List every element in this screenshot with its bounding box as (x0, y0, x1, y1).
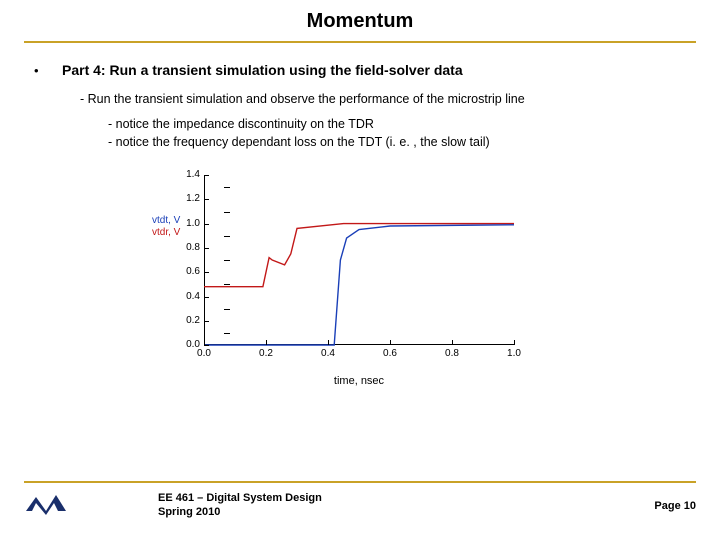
footer-course-text: EE 461 – Digital System Design Spring 20… (68, 492, 654, 520)
y-tick-label: 1.2 (166, 192, 200, 206)
y-tick-label: 0.0 (166, 338, 200, 352)
content-body: • Part 4: Run a transient simulation usi… (0, 61, 720, 395)
divider-top (24, 41, 696, 43)
footer-term: Spring 2010 (158, 506, 220, 518)
y-tick-label: 0.8 (166, 241, 200, 255)
chart-container: vtdt, V vtdr, V 0.00.20.40.60.81.01.21.4… (134, 165, 564, 395)
footer-course: EE 461 – Digital System Design (158, 492, 322, 504)
y-tick-label: 1.0 (166, 217, 200, 231)
x-tick-label: 0.0 (197, 347, 211, 361)
y-tick-label: 1.4 (166, 168, 200, 182)
x-tick-label: 0.8 (445, 347, 459, 361)
x-tick-label: 0.6 (383, 347, 397, 361)
x-axis-label: time, nsec (204, 374, 514, 389)
page-number: Page 10 (654, 500, 696, 512)
chart: vtdt, V vtdr, V 0.00.20.40.60.81.01.21.4… (134, 165, 554, 395)
plot-area: 0.00.20.40.60.81.01.21.40.00.20.40.60.81… (204, 175, 514, 345)
logo-icon (24, 489, 68, 522)
sub-bullet-2b: - notice the frequency dependant loss on… (108, 134, 686, 152)
footer: EE 461 – Digital System Design Spring 20… (0, 481, 720, 522)
trace-vtdt (204, 225, 514, 345)
sub-bullet-2a: - notice the impedance discontinuity on … (108, 116, 686, 134)
bullet-marker: • (34, 62, 62, 80)
x-tick-label: 0.2 (259, 347, 273, 361)
divider-bottom (24, 481, 696, 483)
trace-vtdr (204, 224, 514, 287)
y-tick-label: 0.6 (166, 265, 200, 279)
y-tick-label: 0.2 (166, 314, 200, 328)
page-title: Momentum (0, 0, 720, 41)
x-tick-label: 0.4 (321, 347, 335, 361)
bullet-heading-row: • Part 4: Run a transient simulation usi… (34, 61, 686, 81)
y-tick-label: 0.4 (166, 290, 200, 304)
sub-bullet-1: - Run the transient simulation and obser… (80, 91, 686, 109)
chart-traces (204, 175, 514, 345)
bullet-heading: Part 4: Run a transient simulation using… (62, 61, 463, 81)
x-tick-label: 1.0 (507, 347, 521, 361)
